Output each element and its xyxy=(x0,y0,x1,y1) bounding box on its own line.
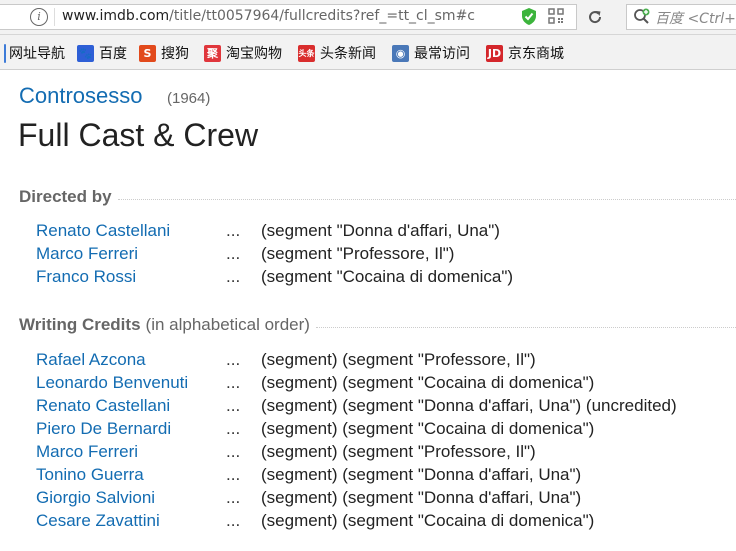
reload-icon[interactable] xyxy=(586,8,604,26)
jd-icon: JD xyxy=(486,44,503,62)
bookmark-item[interactable]: 聚 淘宝购物 xyxy=(204,43,282,63)
ellipsis: ... xyxy=(226,373,241,392)
ellipsis: ... xyxy=(226,267,241,286)
bookmark-label: 头条新闻 xyxy=(320,46,376,62)
shield-icon[interactable] xyxy=(520,7,538,26)
browser-toolbar: i www.imdb.com/title/tt0057964/fullcredi… xyxy=(0,0,736,35)
person-link[interactable]: Cesare Zavattini xyxy=(36,511,160,531)
taobao-icon: 聚 xyxy=(204,44,221,62)
bookmark-label: 京东商城 xyxy=(508,46,564,62)
credit-text: (segment) (segment "Cocaina di domenica"… xyxy=(261,373,595,392)
credit-text: (segment) (segment "Cocaina di domenica"… xyxy=(261,511,595,530)
sogou-icon: S xyxy=(139,44,156,62)
credit-text: (segment "Cocaina di domenica") xyxy=(261,267,514,286)
person-link[interactable]: Leonardo Benvenuti xyxy=(36,373,188,393)
address-divider xyxy=(54,8,55,26)
bookmark-label: 百度 xyxy=(99,46,127,62)
section-heading-directed: Directed by xyxy=(19,187,736,207)
bookmark-item[interactable]: S 搜狗 xyxy=(139,43,189,63)
person-link[interactable]: Tonino Guerra xyxy=(36,465,144,485)
section-subtitle: (in alphabetical order) xyxy=(145,315,310,334)
page-title: Full Cast & Crew xyxy=(18,117,259,153)
bookmark-item[interactable]: 🐾 百度 xyxy=(77,43,127,63)
ellipsis: ... xyxy=(226,488,241,507)
bookmarks-bar: 网址导航 🐾 百度 S 搜狗 聚 淘宝购物 头条 头条新闻 ◉ 最常访问 JD … xyxy=(0,35,736,70)
url-path: /title/tt0057964/fullcredits?ref_=tt_cl_… xyxy=(169,8,475,24)
person-link[interactable]: Renato Castellani xyxy=(36,221,170,241)
url-domain: www.imdb.com xyxy=(62,8,170,24)
ellipsis: ... xyxy=(226,419,241,438)
most-visited-icon: ◉ xyxy=(392,44,409,62)
bookmark-label: 淘宝购物 xyxy=(226,46,282,62)
address-bar[interactable]: i www.imdb.com/title/tt0057964/fullcredi… xyxy=(0,4,577,30)
credit-text: (segment) (segment "Cocaina di domenica"… xyxy=(261,419,595,438)
globe-icon xyxy=(4,43,6,63)
section-title: Writing Credits xyxy=(19,315,141,334)
search-placeholder: 百度 <Ctrl+K> xyxy=(655,11,736,27)
person-link[interactable]: Rafael Azcona xyxy=(36,350,146,370)
person-link[interactable]: Renato Castellani xyxy=(36,396,170,416)
person-link[interactable]: Marco Ferreri xyxy=(36,442,138,462)
ellipsis: ... xyxy=(226,350,241,369)
movie-title-link[interactable]: Controsesso xyxy=(19,83,143,109)
credit-text: (segment "Professore, Il") xyxy=(261,244,455,263)
ellipsis: ... xyxy=(226,511,241,530)
section-title: Directed by xyxy=(19,187,112,206)
toutiao-icon: 头条 xyxy=(298,44,315,62)
search-box[interactable]: 百度 <Ctrl+K> xyxy=(626,4,736,30)
ellipsis: ... xyxy=(226,396,241,415)
credit-text: (segment "Donna d'affari, Una") xyxy=(261,221,500,240)
page-content: Controsesso (1964) Full Cast & Crew Dire… xyxy=(0,70,736,551)
bookmark-item[interactable]: ◉ 最常访问 xyxy=(392,43,470,63)
ellipsis: ... xyxy=(226,221,241,240)
site-info-icon[interactable]: i xyxy=(30,8,48,26)
bookmark-item[interactable]: 头条 头条新闻 xyxy=(298,43,376,63)
bookmark-item[interactable]: 网址导航 xyxy=(4,43,65,63)
bookmark-label: 搜狗 xyxy=(161,46,189,62)
credit-text: (segment) (segment "Donna d'affari, Una"… xyxy=(261,488,582,507)
ellipsis: ... xyxy=(226,244,241,263)
credit-text: (segment) (segment "Professore, Il") xyxy=(261,442,536,461)
credit-text: (segment) (segment "Donna d'affari, Una"… xyxy=(261,465,582,484)
bookmark-label: 最常访问 xyxy=(414,46,470,62)
person-link[interactable]: Franco Rossi xyxy=(36,267,136,287)
section-divider xyxy=(117,198,736,200)
credit-text: (segment) (segment "Professore, Il") xyxy=(261,350,536,369)
search-icon[interactable] xyxy=(633,8,651,26)
person-link[interactable]: Giorgio Salvioni xyxy=(36,488,155,508)
person-link[interactable]: Piero De Bernardi xyxy=(36,419,171,439)
section-heading-writing: Writing Credits (in alphabetical order) xyxy=(19,315,736,335)
url-text[interactable]: www.imdb.com/title/tt0057964/fullcredits… xyxy=(62,8,490,24)
person-link[interactable]: Marco Ferreri xyxy=(36,244,138,264)
bookmark-item[interactable]: JD 京东商城 xyxy=(486,43,564,63)
baidu-paw-icon: 🐾 xyxy=(77,44,94,62)
qr-code-icon[interactable] xyxy=(548,8,564,24)
ellipsis: ... xyxy=(226,465,241,484)
credit-text: (segment) (segment "Donna d'affari, Una"… xyxy=(261,396,677,415)
bookmark-label: 网址导航 xyxy=(9,46,65,62)
section-divider xyxy=(315,326,736,328)
ellipsis: ... xyxy=(226,442,241,461)
movie-year: (1964) xyxy=(167,90,211,107)
